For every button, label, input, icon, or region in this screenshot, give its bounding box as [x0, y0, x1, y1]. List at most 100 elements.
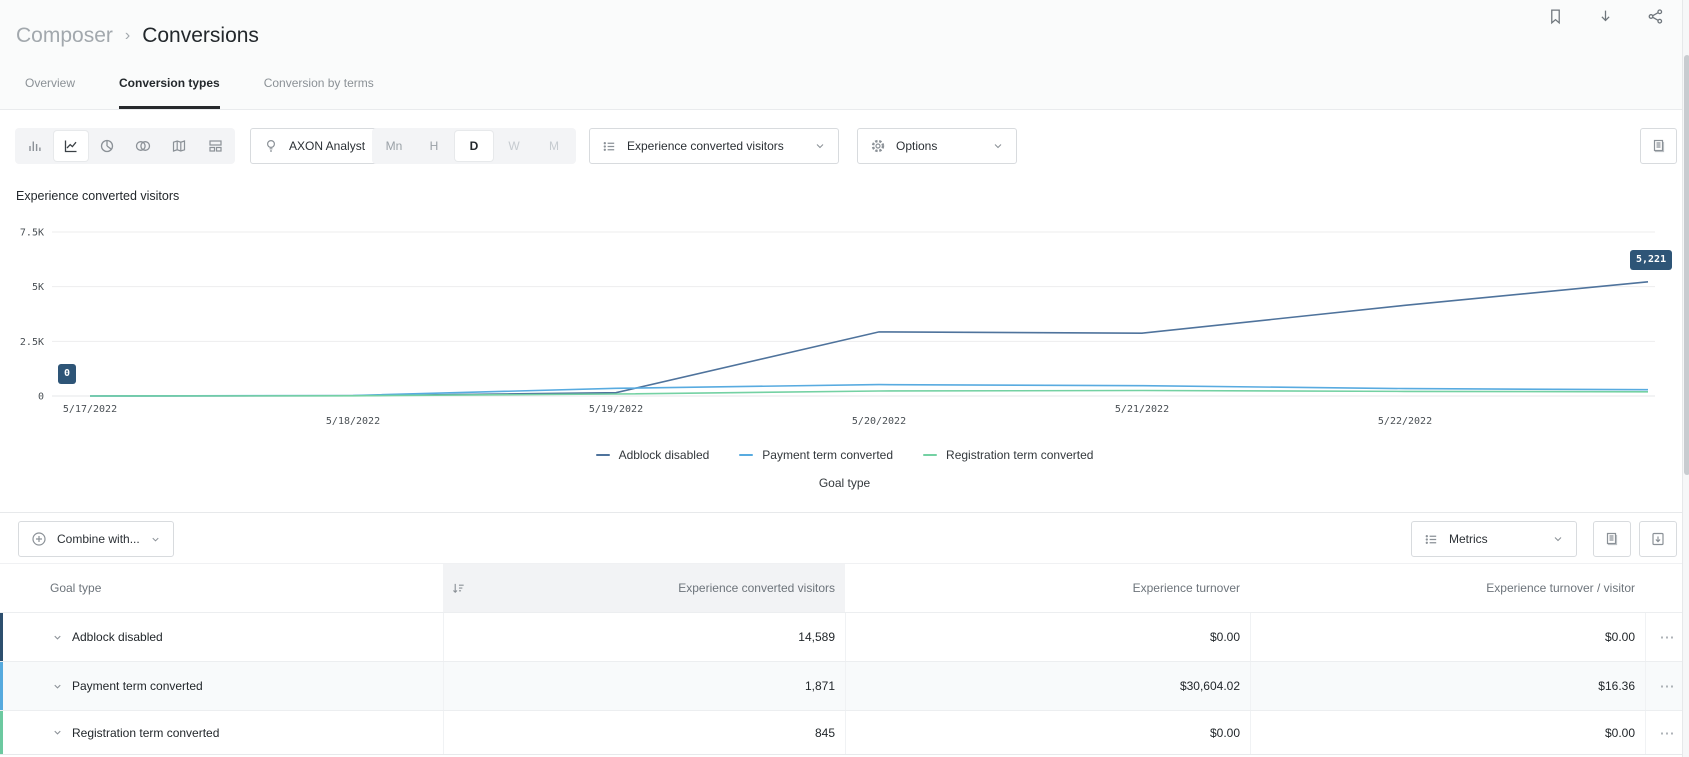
- granularity-mn[interactable]: Mn: [375, 131, 413, 161]
- cell-experience-turnover-visitor: $0.00: [1250, 613, 1645, 661]
- table-row-payment-term-converted[interactable]: Payment term converted 1,871 $30,604.02 $16…: [0, 661, 1689, 710]
- chart-title: Experience converted visitors: [16, 189, 180, 203]
- venn-diagram-icon[interactable]: [126, 131, 160, 161]
- row-label: Adblock disabled: [72, 630, 163, 644]
- legend-label: Registration term converted: [946, 448, 1094, 462]
- row-menu-button[interactable]: ⋯: [1660, 724, 1676, 742]
- report-icon: [1651, 138, 1667, 154]
- page-title: Conversions: [142, 24, 259, 47]
- dimension-select[interactable]: Experience converted visitors: [589, 128, 839, 164]
- row-color-strip: [0, 662, 3, 710]
- chart-report-button[interactable]: [1640, 128, 1677, 164]
- map-icon[interactable]: [162, 131, 196, 161]
- tab-bar: Overview Conversion types Conversion by te…: [25, 76, 374, 109]
- download-icon[interactable]: [1595, 6, 1615, 26]
- series-line-adblock-disabled: [89, 281, 1649, 397]
- table-header-row: Goal type Experience converted visitors …: [0, 563, 1689, 612]
- x-axis-tick-label: 5/18/2022: [326, 416, 380, 427]
- sort-descending-icon: [451, 581, 466, 596]
- y-axis-tick-label: 2.5K: [20, 337, 44, 348]
- metrics-select-value: Metrics: [1449, 532, 1488, 546]
- chevron-down-icon: [814, 140, 826, 152]
- column-header-experience-converted-visitors[interactable]: Experience converted visitors: [443, 564, 845, 612]
- expand-row-icon[interactable]: [52, 681, 63, 692]
- axon-analyst-label: AXON Analyst: [289, 139, 366, 153]
- gear-icon: [870, 138, 886, 154]
- scrollbar-thumb[interactable]: [1684, 55, 1689, 475]
- cell-experience-turnover-visitor: $0.00: [1250, 711, 1645, 754]
- tab-overview[interactable]: Overview: [25, 76, 75, 109]
- granularity-m[interactable]: M: [535, 131, 573, 161]
- table-report-button[interactable]: [1593, 521, 1631, 557]
- table-body: Adblock disabled 14,589 $0.00 $0.00 ⋯ Payment…: [0, 612, 1689, 755]
- column-header-experience-turnover-visitor[interactable]: Experience turnover / visitor: [1250, 564, 1645, 612]
- series-line-registration-term-converted: [89, 389, 1649, 397]
- cell-experience-turnover: $30,604.02: [845, 662, 1250, 710]
- conversions-line-chart: 0 2.5K 5K 7.5K 5/17/2022 5/18/2022 5/19/2022 5/…: [0, 210, 1689, 440]
- header-actions: [1545, 6, 1665, 26]
- goal-type-cell: Payment term converted: [0, 662, 443, 710]
- x-axis-tick-label: 5/19/2022: [589, 404, 643, 415]
- table-export-button[interactable]: [1639, 521, 1677, 557]
- combine-with-button[interactable]: Combine with...: [18, 521, 174, 557]
- data-point-badge: 0: [58, 364, 77, 384]
- series-line-payment-term-converted: [89, 383, 1649, 397]
- share-icon[interactable]: [1645, 6, 1665, 26]
- x-axis-tick-label: 5/22/2022: [1378, 416, 1432, 427]
- column-header-experience-turnover[interactable]: Experience turnover: [845, 564, 1250, 612]
- legend-label: Payment term converted: [762, 448, 894, 462]
- lightbulb-icon: [263, 138, 279, 154]
- column-header-label: Experience converted visitors: [678, 581, 835, 595]
- page-header: Composer › Conversions Overview Conversio…: [0, 0, 1689, 110]
- column-header-goal-type[interactable]: Goal type: [0, 564, 443, 612]
- pie-chart-icon[interactable]: [90, 131, 124, 161]
- list-icon: [1424, 532, 1439, 547]
- legend-dash: [739, 454, 754, 456]
- tab-conversion-types[interactable]: Conversion types: [119, 76, 220, 109]
- dashboard-layout-icon[interactable]: [198, 131, 232, 161]
- export-icon: [1650, 531, 1666, 547]
- x-axis-tick-label: 5/20/2022: [852, 416, 906, 427]
- cell-experience-converted-visitors: 14,589: [443, 613, 845, 661]
- granularity-w[interactable]: W: [495, 131, 533, 161]
- breadcrumb-separator: ›: [124, 27, 131, 44]
- table-row-adblock-disabled[interactable]: Adblock disabled 14,589 $0.00 $0.00 ⋯: [0, 612, 1689, 661]
- legend-item-registration-term-converted[interactable]: Registration term converted: [923, 448, 1093, 462]
- line-chart-icon[interactable]: [54, 131, 88, 161]
- expand-row-icon[interactable]: [52, 632, 63, 643]
- granularity-h[interactable]: H: [415, 131, 453, 161]
- y-axis-tick-label: 0: [38, 392, 44, 403]
- goal-type-table: Goal type Experience converted visitors …: [0, 563, 1689, 755]
- chevron-down-icon: [150, 534, 161, 545]
- y-axis-tick-label: 7.5K: [20, 228, 44, 239]
- legend-label: Adblock disabled: [618, 448, 710, 462]
- report-icon: [1604, 531, 1620, 547]
- bookmark-icon[interactable]: [1545, 6, 1565, 26]
- goal-type-cell: Registration term converted: [0, 711, 443, 754]
- row-color-strip: [0, 711, 3, 754]
- legend-item-payment-term-converted[interactable]: Payment term converted: [739, 448, 893, 462]
- tab-conversion-by-terms[interactable]: Conversion by terms: [264, 76, 374, 109]
- chevron-down-icon: [1552, 533, 1564, 545]
- goal-type-cell: Adblock disabled: [0, 613, 443, 661]
- bar-chart-icon[interactable]: [18, 131, 52, 161]
- plus-circle-icon: [31, 531, 47, 547]
- chevron-down-icon: [992, 140, 1004, 152]
- expand-row-icon[interactable]: [52, 727, 63, 738]
- metrics-select[interactable]: Metrics: [1411, 521, 1577, 557]
- row-menu-button[interactable]: ⋯: [1660, 628, 1676, 646]
- legend-item-adblock-disabled[interactable]: Adblock disabled: [595, 448, 710, 462]
- chart-type-switcher: [15, 128, 235, 164]
- scrollbar-track[interactable]: [1682, 0, 1689, 757]
- chart-canvas: 0 2.5K 5K 7.5K 5/17/2022 5/18/2022 5/19/2022 5/…: [20, 228, 1655, 427]
- breadcrumb-parent[interactable]: Composer: [16, 24, 113, 48]
- cell-experience-converted-visitors: 1,871: [443, 662, 845, 710]
- row-menu-button[interactable]: ⋯: [1660, 677, 1676, 695]
- granularity-d[interactable]: D: [455, 131, 493, 161]
- table-controls: Combine with... Metrics: [0, 512, 1689, 563]
- x-axis-tick-label: 5/17/2022: [63, 404, 117, 415]
- table-row-registration-term-converted[interactable]: Registration term converted 845 $0.00 $0.00…: [0, 710, 1689, 755]
- list-icon: [602, 139, 617, 154]
- cell-experience-converted-visitors: 845: [443, 711, 845, 754]
- options-select[interactable]: Options: [857, 128, 1017, 164]
